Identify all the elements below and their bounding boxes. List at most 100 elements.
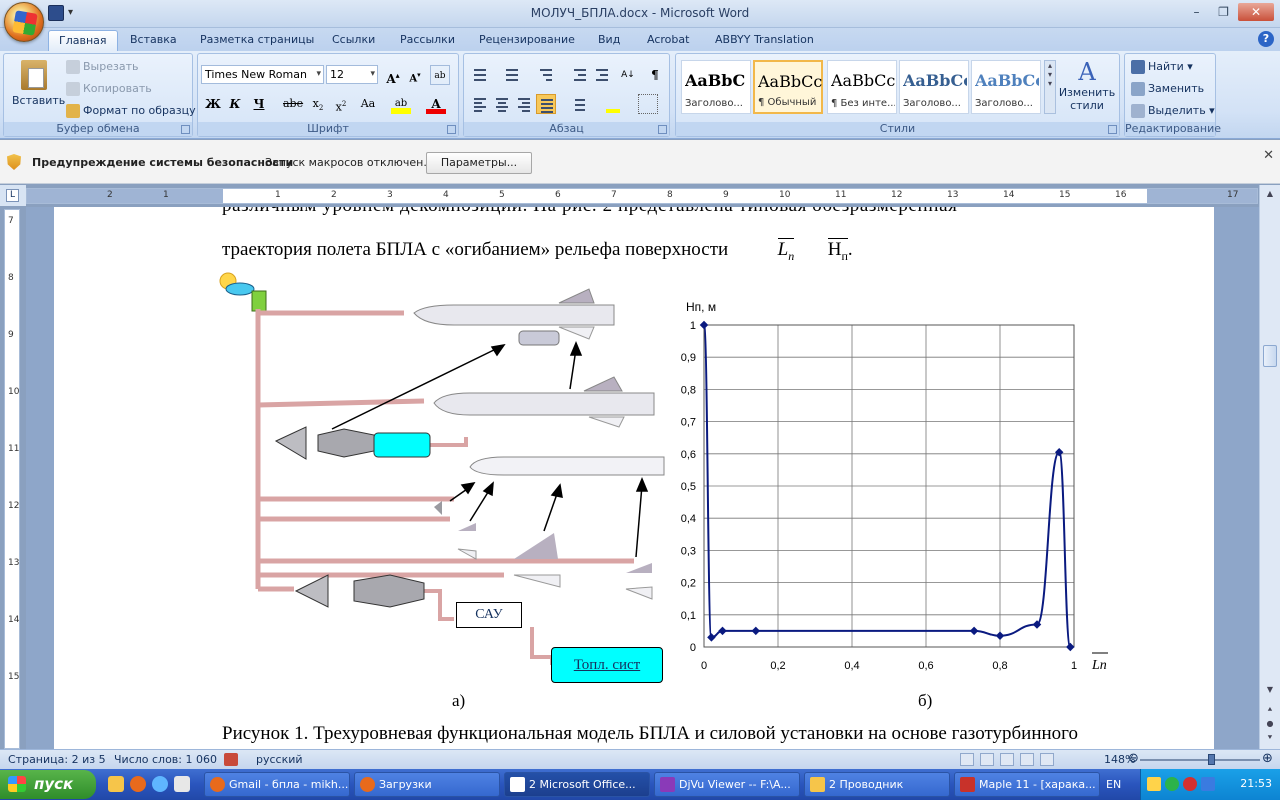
zoom-out-icon[interactable]: ⊖ [1128,751,1139,766]
format-painter-button[interactable]: Формат по образцу [66,104,196,118]
change-case-button[interactable]: Aa [358,94,378,114]
grow-font-button[interactable]: A▴ [383,65,403,86]
change-styles-button[interactable]: A Изменить стили [1058,58,1116,112]
word-count[interactable]: Число слов: 1 060 [114,753,217,766]
subscript-button[interactable]: x2 [308,94,328,114]
tray-icon[interactable] [1165,777,1179,791]
strikethrough-button[interactable]: abe [283,94,303,114]
style-normal[interactable]: AaBbCc ¶ Обычный [753,60,823,114]
numbering-button[interactable] [502,65,522,85]
align-right-button[interactable] [514,94,534,114]
firefox-icon[interactable] [130,776,146,792]
increase-indent-button[interactable] [592,65,612,85]
full-screen-icon[interactable] [980,753,994,766]
style-heading2[interactable]: AaBbCc Заголово... [899,60,969,114]
document-area[interactable]: различным уровнем декомпозиции. На рис. … [26,207,1259,749]
tab-page-layout[interactable]: Разметка страницы [190,30,324,51]
prev-page-icon[interactable]: ⯅ [1263,705,1277,719]
taskbar-item-maple[interactable]: Maple 11 - [харака... [954,772,1100,797]
align-left-button[interactable] [470,94,490,114]
taskbar-item-gmail[interactable]: Gmail - бпла - mikh... [204,772,350,797]
replace-button[interactable]: Заменить [1131,82,1204,96]
tab-view[interactable]: Вид [588,30,630,51]
taskbar-item-office[interactable]: 2 Microsoft Office... [504,772,650,797]
style-heading1[interactable]: AaBbC Заголово... [681,60,751,114]
tab-abbyy[interactable]: ABBYY Translation [705,30,824,51]
start-button[interactable]: пуск [0,770,96,799]
tab-acrobat[interactable]: Acrobat [637,30,699,51]
close-icon[interactable]: ✕ [1238,3,1274,21]
font-name-combo[interactable]: Times New Roman [201,65,324,84]
tab-references[interactable]: Ссылки [322,30,385,51]
tab-home[interactable]: Главная [48,30,118,51]
tab-insert[interactable]: Вставка [120,30,187,51]
browse-object-icon[interactable]: ● [1263,719,1277,733]
italic-button[interactable]: К [225,94,245,114]
maximize-icon[interactable]: ❐ [1211,3,1236,21]
zoom-in-icon[interactable]: ⊕ [1262,751,1273,766]
tab-selector-icon[interactable]: L [6,189,19,202]
security-options-button[interactable]: Параметры... [426,152,532,174]
select-button[interactable]: Выделить ▾ [1131,104,1215,118]
taskbar-item-explorer[interactable]: 2 Проводник [804,772,950,797]
taskbar-item-downloads[interactable]: Загрузки [354,772,500,797]
tray-icon[interactable] [1183,777,1197,791]
line-spacing-button[interactable] [568,94,588,114]
font-color-button[interactable]: A [426,94,446,114]
zoom-slider-knob[interactable] [1208,754,1215,765]
search-icon[interactable] [152,776,168,792]
media-icon[interactable] [174,776,190,792]
bullets-button[interactable] [470,65,490,85]
proofing-icon[interactable] [224,753,238,766]
shading-button[interactable] [602,94,622,114]
language[interactable]: русский [256,753,303,766]
close-icon[interactable]: ✕ [1263,148,1274,163]
taskbar-item-djvu[interactable]: DjVu Viewer -- F:\A... [654,772,800,797]
styles-launcher-icon[interactable] [1108,125,1117,134]
folder-icon[interactable] [108,776,124,792]
web-layout-icon[interactable] [1000,753,1014,766]
tray-icon[interactable] [1201,777,1215,791]
help-icon[interactable]: ? [1258,31,1274,47]
paragraph-launcher-icon[interactable] [658,125,667,134]
style-heading3[interactable]: AaBbCc Заголово... [971,60,1041,114]
show-marks-button[interactable]: ¶ [645,65,665,85]
scroll-up-icon[interactable]: ▲ [1263,189,1277,203]
borders-button[interactable] [638,94,658,114]
clipboard-launcher-icon[interactable] [181,125,190,134]
superscript-button[interactable]: x2 [331,94,351,114]
next-page-icon[interactable]: ⯆ [1263,733,1277,747]
justify-button[interactable] [536,94,556,114]
scroll-down-icon[interactable]: ▼ [1263,685,1277,699]
scroll-thumb[interactable] [1263,345,1277,367]
find-button[interactable]: Найти ▾ [1131,60,1193,74]
font-launcher-icon[interactable] [447,125,456,134]
vertical-ruler[interactable]: 7 8 9 10 11 12 13 14 15 [4,209,20,749]
paste-button[interactable]: Вставить [12,60,65,120]
zoom-slider[interactable] [1140,754,1260,765]
horizontal-ruler[interactable]: 2 1 1 2 3 4 5 6 7 8 9 10 11 12 13 14 15 16 17 [26,188,1258,204]
tab-review[interactable]: Рецензирование [469,30,585,51]
highlight-button[interactable]: ab [391,94,411,114]
clear-format-button[interactable]: ab [430,65,450,85]
multilevel-list-button[interactable] [536,65,556,85]
styles-scroll[interactable]: ▴ ▾ ▾ [1044,60,1056,114]
draft-icon[interactable] [1040,753,1054,766]
minimize-icon[interactable]: – [1184,3,1209,21]
font-size-combo[interactable]: 12 [326,65,378,84]
outline-icon[interactable] [1020,753,1034,766]
tab-mailings[interactable]: Рассылки [390,30,465,51]
input-language[interactable]: EN [1106,778,1121,791]
underline-button[interactable]: Ч [249,94,269,114]
decrease-indent-button[interactable] [570,65,590,85]
cut-button[interactable]: Вырезать [66,60,138,74]
bold-button[interactable]: Ж [203,94,223,114]
office-button[interactable] [4,2,44,42]
print-layout-icon[interactable] [960,753,974,766]
shrink-font-button[interactable]: A▾ [405,65,425,85]
copy-button[interactable]: Копировать [66,82,152,96]
style-no-spacing[interactable]: AaBbCc ¶ Без инте... [827,60,897,114]
align-center-button[interactable] [492,94,512,114]
tray-icon[interactable] [1147,777,1161,791]
page-count[interactable]: Страница: 2 из 5 [8,753,106,766]
